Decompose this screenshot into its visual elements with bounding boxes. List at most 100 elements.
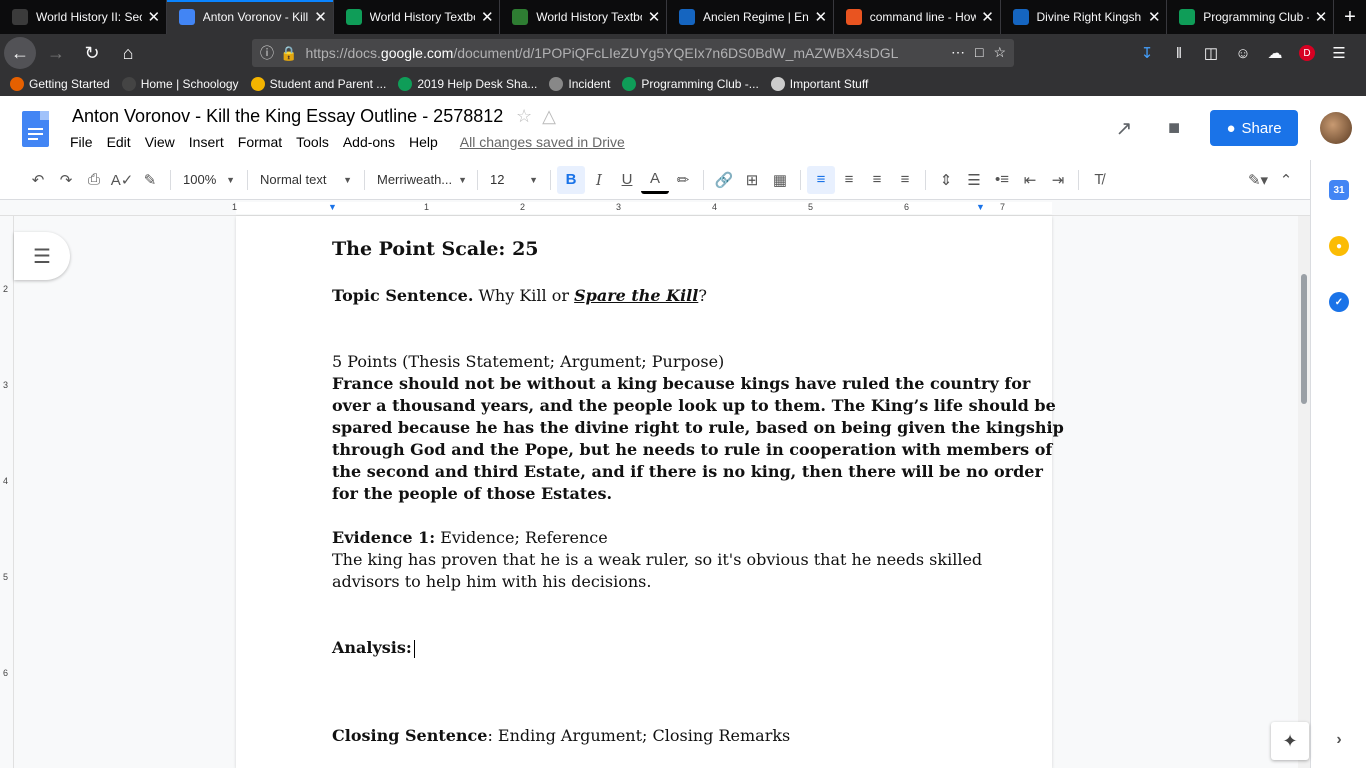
closing-sentence: Closing Sentence: Ending Argument; Closi…: [332, 725, 790, 747]
bookmark-item[interactable]: Programming Club -...: [622, 77, 759, 91]
bookmark-item[interactable]: Important Stuff: [770, 77, 868, 91]
bookmark-item[interactable]: Incident: [549, 77, 610, 91]
menu-view[interactable]: View: [145, 134, 175, 150]
insert-image-icon[interactable]: ▦: [766, 166, 794, 194]
vertical-scrollbar[interactable]: [1298, 216, 1310, 768]
close-tab-icon[interactable]: ✕: [309, 8, 333, 26]
text-color-icon[interactable]: A: [641, 166, 669, 194]
account-icon[interactable]: ☺: [1231, 39, 1255, 67]
reload-button[interactable]: ↻: [76, 37, 108, 69]
menu-addons[interactable]: Add-ons: [343, 134, 395, 150]
redo-icon[interactable]: ↷: [52, 166, 80, 194]
share-button[interactable]: ● Share: [1210, 110, 1298, 146]
menu-tools[interactable]: Tools: [296, 134, 329, 150]
browser-tab[interactable]: Ancien Regime | Enc ✕: [667, 0, 834, 34]
line-spacing-icon[interactable]: ⇕: [932, 166, 960, 194]
align-left-icon[interactable]: ≡: [807, 165, 835, 194]
expand-panel-icon[interactable]: ›: [1329, 730, 1349, 750]
insert-comment-icon[interactable]: ⊞: [738, 166, 766, 194]
decrease-indent-icon[interactable]: ⇤: [1016, 166, 1044, 194]
zoom-select[interactable]: 100% ▼: [177, 166, 241, 194]
bookmark-label: Getting Started: [29, 77, 110, 91]
bookmark-item[interactable]: Getting Started: [10, 77, 110, 91]
browser-tab[interactable]: command line - How ✕: [834, 0, 1001, 34]
extension-icon[interactable]: ☁: [1263, 39, 1287, 67]
calendar-icon[interactable]: 31: [1329, 180, 1349, 200]
browser-tab[interactable]: World History II: Sec ✕: [0, 0, 167, 34]
menu-edit[interactable]: Edit: [107, 134, 131, 150]
back-button[interactable]: ←: [4, 37, 36, 69]
home-button[interactable]: ⌂: [112, 37, 144, 69]
browser-tab[interactable]: World History Textbo ✕: [500, 0, 667, 34]
tasks-icon[interactable]: ✓: [1329, 292, 1349, 312]
align-center-icon[interactable]: ≡: [835, 166, 863, 194]
paint-format-icon[interactable]: ✎: [136, 166, 164, 194]
url-bar[interactable]: ⓘ 🔒 https://docs. google.com/document/d/1…: [252, 39, 1014, 67]
close-tab-icon[interactable]: ✕: [1142, 8, 1166, 26]
avatar[interactable]: [1320, 112, 1352, 144]
document-title[interactable]: Anton Voronov - Kill the King Essay Outl…: [72, 106, 503, 127]
font-select[interactable]: Merriweath... ▼: [371, 166, 471, 194]
increase-indent-icon[interactable]: ⇥: [1044, 166, 1072, 194]
star-icon[interactable]: ☆: [516, 106, 532, 127]
bookmark-label: Student and Parent ...: [269, 77, 387, 91]
move-to-folder-icon[interactable]: △: [542, 106, 556, 127]
page-actions-icon[interactable]: ⋯: [951, 44, 965, 61]
browser-tab[interactable]: Programming Club - ✕: [1167, 0, 1334, 34]
browser-tab[interactable]: World History Textbo ✕: [334, 0, 501, 34]
undo-icon[interactable]: ↶: [24, 166, 52, 194]
keep-icon[interactable]: ●: [1329, 236, 1349, 256]
numbered-list-icon[interactable]: ☰: [960, 166, 988, 194]
profile-icon[interactable]: D: [1295, 39, 1319, 67]
new-tab-button[interactable]: +: [1334, 0, 1366, 34]
close-tab-icon[interactable]: ✕: [142, 8, 166, 26]
forward-button[interactable]: →: [40, 37, 72, 69]
pocket-icon[interactable]: □: [975, 44, 983, 61]
bookmark-item[interactable]: Student and Parent ...: [250, 77, 387, 91]
comments-icon[interactable]: ■: [1160, 114, 1188, 142]
close-tab-icon[interactable]: ✕: [642, 8, 666, 26]
evidence-header: Evidence 1: Evidence; Reference: [332, 527, 608, 549]
document-page[interactable]: The Point Scale: 25 Topic Sentence. Why …: [236, 216, 1064, 768]
spellcheck-icon[interactable]: A✓: [108, 166, 136, 194]
menu-insert[interactable]: Insert: [189, 134, 224, 150]
bookmark-star-icon[interactable]: ☆: [993, 44, 1006, 61]
close-tab-icon[interactable]: ✕: [976, 8, 1000, 26]
library-icon[interactable]: ‖: [1167, 39, 1191, 67]
browser-tab[interactable]: Anton Voronov - Kill ✕: [166, 0, 334, 34]
close-tab-icon[interactable]: ✕: [809, 8, 833, 26]
bold-icon[interactable]: B: [557, 165, 585, 194]
browser-tab[interactable]: Divine Right Kingshi ✕: [1001, 0, 1168, 34]
menu-help[interactable]: Help: [409, 134, 438, 150]
bookmark-item[interactable]: 2019 Help Desk Sha...: [398, 77, 537, 91]
link-icon[interactable]: 🔗: [710, 166, 738, 194]
font-size-select[interactable]: 12 ▼: [484, 166, 544, 194]
collapse-toolbar-icon[interactable]: ⌃: [1272, 166, 1300, 194]
bulleted-list-icon[interactable]: •≡: [988, 166, 1016, 194]
download-icon[interactable]: ↧: [1135, 39, 1159, 67]
bookmark-item[interactable]: Home | Schoology: [121, 77, 239, 91]
explore-button[interactable]: ✦: [1271, 722, 1309, 760]
text-cursor: [413, 639, 415, 658]
saved-status-link[interactable]: All changes saved in Drive: [460, 134, 625, 150]
info-icon[interactable]: ⓘ: [260, 43, 274, 63]
sidebar-icon[interactable]: ◫: [1199, 39, 1223, 67]
menu-format[interactable]: Format: [238, 134, 282, 150]
align-right-icon[interactable]: ≡: [863, 166, 891, 194]
scrollbar-thumb[interactable]: [1301, 274, 1307, 404]
clear-formatting-icon[interactable]: T̸: [1085, 166, 1113, 194]
print-icon[interactable]: ⎙: [80, 166, 108, 194]
google-docs-logo-icon[interactable]: [22, 111, 49, 147]
italic-icon[interactable]: I: [585, 166, 613, 194]
style-select[interactable]: Normal text ▼: [254, 166, 358, 194]
menu-icon[interactable]: ☰: [1327, 39, 1351, 67]
editing-mode-icon[interactable]: ✎▾: [1244, 166, 1272, 194]
highlight-icon[interactable]: ✏: [669, 166, 697, 194]
underline-icon[interactable]: U: [613, 166, 641, 194]
close-tab-icon[interactable]: ✕: [1309, 8, 1333, 26]
activity-dashboard-icon[interactable]: ↗: [1110, 114, 1138, 142]
align-justify-icon[interactable]: ≡: [891, 166, 919, 194]
document-outline-button[interactable]: ☰: [14, 232, 70, 280]
close-tab-icon[interactable]: ✕: [475, 8, 499, 26]
menu-file[interactable]: File: [70, 134, 93, 150]
